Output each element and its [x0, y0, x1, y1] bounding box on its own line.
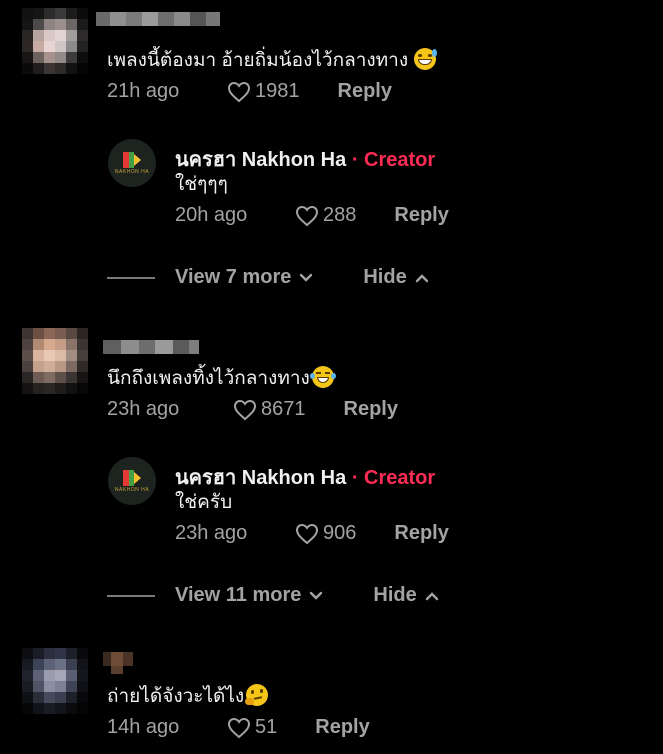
like-button[interactable]: 906 — [295, 522, 356, 545]
view-more-button[interactable]: View 7 more — [175, 266, 313, 289]
creator-name-row[interactable]: นครฮา Nakhon Ha · Creator — [175, 143, 435, 175]
creator-name[interactable]: นครฮา Nakhon Ha — [175, 149, 346, 171]
hide-button[interactable]: Hide — [363, 266, 428, 289]
creator-logo-text: NAKHON HA — [114, 168, 150, 175]
username-blurred[interactable] — [96, 12, 220, 26]
reply-time: 23h ago — [175, 522, 248, 544]
reply-meta: 20h ago 288 Reply — [175, 204, 449, 227]
comment-meta: 23h ago 8671 Reply — [107, 398, 398, 421]
divider-line — [107, 276, 155, 279]
creator-name[interactable]: นครฮา Nakhon Ha — [175, 467, 346, 489]
view-replies-row: View 11 more Hide — [107, 584, 439, 607]
comment-meta: 21h ago 1981 Reply — [107, 80, 392, 103]
avatar[interactable] — [22, 648, 88, 714]
view-replies-row: View 7 more Hide — [107, 266, 429, 289]
like-count: 906 — [323, 522, 357, 544]
comment-text: นึกถึงเพลงทิ้งไว้กลางทาง — [107, 366, 336, 391]
like-count: 51 — [255, 716, 278, 738]
comment-meta: 14h ago 51 Reply — [107, 716, 370, 739]
like-button[interactable]: 1981 — [227, 80, 300, 103]
chevron-down-icon — [310, 591, 323, 600]
reply-text: ใช่ๆๆๆ — [175, 174, 228, 195]
like-count: 8671 — [261, 398, 306, 420]
heart-icon[interactable] — [295, 523, 319, 545]
separator-dot: · — [351, 149, 359, 171]
creator-name-row[interactable]: นครฮา Nakhon Ha · Creator — [175, 461, 435, 493]
comment-text: เพลงนี้ต้องมา อ้ายถิ่มน้องไว้กลางทาง — [107, 48, 438, 73]
divider-line — [107, 594, 155, 597]
creator-badge: Creator — [364, 149, 436, 171]
creator-avatar[interactable]: NAKHON HA — [108, 457, 156, 505]
heart-icon[interactable] — [233, 399, 257, 421]
tears-of-joy-emoji — [309, 366, 336, 388]
username-blurred[interactable] — [103, 340, 199, 354]
username-blurred[interactable] — [103, 652, 133, 666]
hide-button[interactable]: Hide — [373, 584, 438, 607]
username-blurred — [111, 666, 123, 674]
chevron-up-icon — [425, 591, 438, 600]
reply-button[interactable]: Reply — [394, 204, 448, 227]
like-count: 1981 — [255, 80, 300, 102]
chevron-up-icon — [415, 273, 428, 282]
reply-text: ใช่ครับ — [175, 492, 233, 513]
heart-icon[interactable] — [227, 717, 251, 739]
reply-button[interactable]: Reply — [338, 80, 392, 103]
heart-icon[interactable] — [227, 81, 251, 103]
comment-text: ถ่ายได้จังวะได้ไง — [107, 684, 269, 709]
reply-button[interactable]: Reply — [344, 398, 398, 421]
avatar[interactable] — [22, 328, 88, 394]
creator-logo-text: NAKHON HA — [114, 486, 150, 493]
thinking-face-emoji — [245, 684, 269, 706]
creator-badge: Creator — [364, 467, 436, 489]
comment-time: 14h ago — [107, 716, 180, 738]
like-button[interactable]: 288 — [295, 204, 356, 227]
separator-dot: · — [351, 467, 359, 489]
nakhon-ha-logo-icon — [123, 151, 141, 168]
avatar[interactable] — [22, 8, 88, 74]
view-more-button[interactable]: View 11 more — [175, 584, 323, 607]
reply-button[interactable]: Reply — [394, 522, 448, 545]
reply-time: 20h ago — [175, 204, 248, 226]
heart-icon[interactable] — [295, 205, 319, 227]
grinning-sweat-emoji — [414, 48, 438, 70]
comment-time: 21h ago — [107, 80, 180, 102]
reply-button[interactable]: Reply — [315, 716, 369, 739]
comment-time: 23h ago — [107, 398, 180, 420]
chevron-down-icon — [300, 273, 313, 282]
reply-meta: 23h ago 906 Reply — [175, 522, 449, 545]
like-button[interactable]: 51 — [227, 716, 277, 739]
nakhon-ha-logo-icon — [123, 469, 141, 486]
like-button[interactable]: 8671 — [233, 398, 306, 421]
creator-avatar[interactable]: NAKHON HA — [108, 139, 156, 187]
like-count: 288 — [323, 204, 357, 226]
